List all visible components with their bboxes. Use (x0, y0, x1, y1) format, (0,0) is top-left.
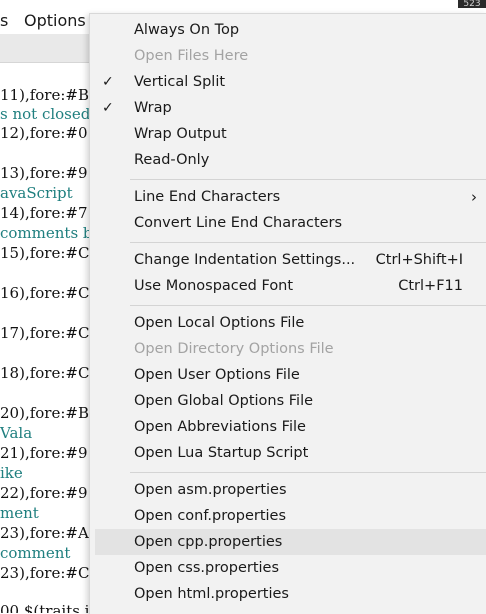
check-icon: ✓ (102, 100, 114, 116)
menu-item-label: Open conf.properties (134, 508, 287, 524)
menu-item-open-asm-properties[interactable]: Open asm.properties (90, 477, 486, 503)
menu-item-open-conf-properties[interactable]: Open conf.properties (90, 503, 486, 529)
menu-item-label: Wrap Output (134, 126, 227, 142)
chevron-right-icon: › (471, 188, 477, 206)
menu-item-label: Read-Only (134, 152, 210, 168)
menu-item-label: Open Global Options File (134, 393, 314, 409)
menu-item-label: Open html.properties (134, 586, 289, 602)
menu-item-read-only[interactable]: Read-Only (90, 147, 486, 173)
menu-separator (130, 472, 486, 473)
menu-item-change-indentation-settings[interactable]: Change Indentation Settings... Ctrl+Shif… (90, 247, 486, 273)
menu-item-open-user-options-file[interactable]: Open User Options File (90, 362, 486, 388)
code-line: 14),fore:#7 (0, 204, 88, 222)
menu-item-label: Open asm.properties (134, 482, 287, 498)
menu-separator (130, 179, 486, 180)
menu-item-label: Always On Top (134, 22, 240, 38)
code-line: 20),fore:#B (0, 404, 89, 422)
menu-item-label: Wrap (134, 100, 172, 116)
code-line: 15),fore:#C (0, 244, 90, 262)
menu-item-shortcut: Ctrl+F11 (398, 278, 463, 294)
code-line: 23),fore:#A (0, 524, 89, 542)
menu-item-always-on-top[interactable]: Always On Top (90, 17, 486, 43)
menu-item-label: Open css.properties (134, 560, 280, 576)
code-line: 11),fore:#B (0, 86, 89, 104)
menubar-item-partial[interactable]: s (0, 11, 8, 31)
menu-separator (130, 242, 486, 243)
code-line: 22),fore:#9 (0, 484, 88, 502)
menu-item-open-abbreviations-file[interactable]: Open Abbreviations File (90, 414, 486, 440)
menu-item-open-lua-startup-script[interactable]: Open Lua Startup Script (90, 440, 486, 466)
code-line: 21),fore:#9 (0, 444, 88, 462)
code-line: comments be (0, 224, 102, 242)
menu-item-label: Open Lua Startup Script (134, 445, 309, 461)
menu-item-open-global-options-file[interactable]: Open Global Options File (90, 388, 486, 414)
code-line: 12),fore:#0 (0, 124, 88, 142)
code-line: 00 $(traits i (0, 602, 90, 613)
menu-item-line-end-characters[interactable]: Line End Characters › (90, 184, 486, 210)
menu-item-label: Open Abbreviations File (134, 419, 306, 435)
menu-item-convert-line-end-characters[interactable]: Convert Line End Characters (90, 210, 486, 236)
code-line: Vala (0, 424, 33, 442)
menu-item-label: Open cpp.properties (134, 534, 283, 550)
menu-item-label: Change Indentation Settings... (134, 252, 356, 268)
code-line: 23),fore:#C (0, 564, 90, 582)
menu-item-use-monospaced-font[interactable]: Use Monospaced Font Ctrl+F11 (90, 273, 486, 299)
menu-item-wrap-output[interactable]: Wrap Output (90, 121, 486, 147)
menu-item-shortcut: Ctrl+Shift+I (375, 252, 463, 268)
menu-item-open-html-properties[interactable]: Open html.properties (90, 581, 486, 607)
options-menu: Always On Top Open Files Here ✓ Vertical… (89, 13, 486, 614)
corner-badge: 523 (458, 0, 486, 8)
code-line: 18),fore:#C (0, 364, 90, 382)
code-line: avaScript (0, 184, 73, 202)
menu-item-open-files-here: Open Files Here (90, 43, 486, 69)
menu-item-open-directory-options-file: Open Directory Options File (90, 336, 486, 362)
code-line: 17),fore:#C (0, 324, 90, 342)
code-line: ment (0, 504, 39, 522)
menu-item-label: Open Files Here (134, 48, 249, 64)
code-line: s not closed (0, 105, 91, 123)
menu-item-label: Convert Line End Characters (134, 215, 343, 231)
code-line: ike (0, 464, 23, 482)
menu-item-wrap[interactable]: ✓ Wrap (90, 95, 486, 121)
code-line: 13),fore:#9 (0, 164, 88, 182)
check-icon: ✓ (102, 74, 114, 90)
code-line: 16),fore:#C (0, 284, 90, 302)
menu-item-label: Open Directory Options File (134, 341, 334, 357)
menu-item-label: Open Local Options File (134, 315, 305, 331)
menu-separator (130, 305, 486, 306)
menu-item-label: Vertical Split (134, 74, 226, 90)
menu-item-open-css-properties[interactable]: Open css.properties (90, 555, 486, 581)
menu-item-label: Use Monospaced Font (134, 278, 294, 294)
menubar-item-options[interactable]: Options (24, 11, 86, 31)
code-line: comment (0, 544, 71, 562)
menu-item-vertical-split[interactable]: ✓ Vertical Split (90, 69, 486, 95)
menu-item-open-cpp-properties[interactable]: Open cpp.properties (95, 529, 486, 555)
menu-item-label: Open User Options File (134, 367, 300, 383)
menu-item-open-local-options-file[interactable]: Open Local Options File (90, 310, 486, 336)
menu-item-label: Line End Characters (134, 189, 281, 205)
